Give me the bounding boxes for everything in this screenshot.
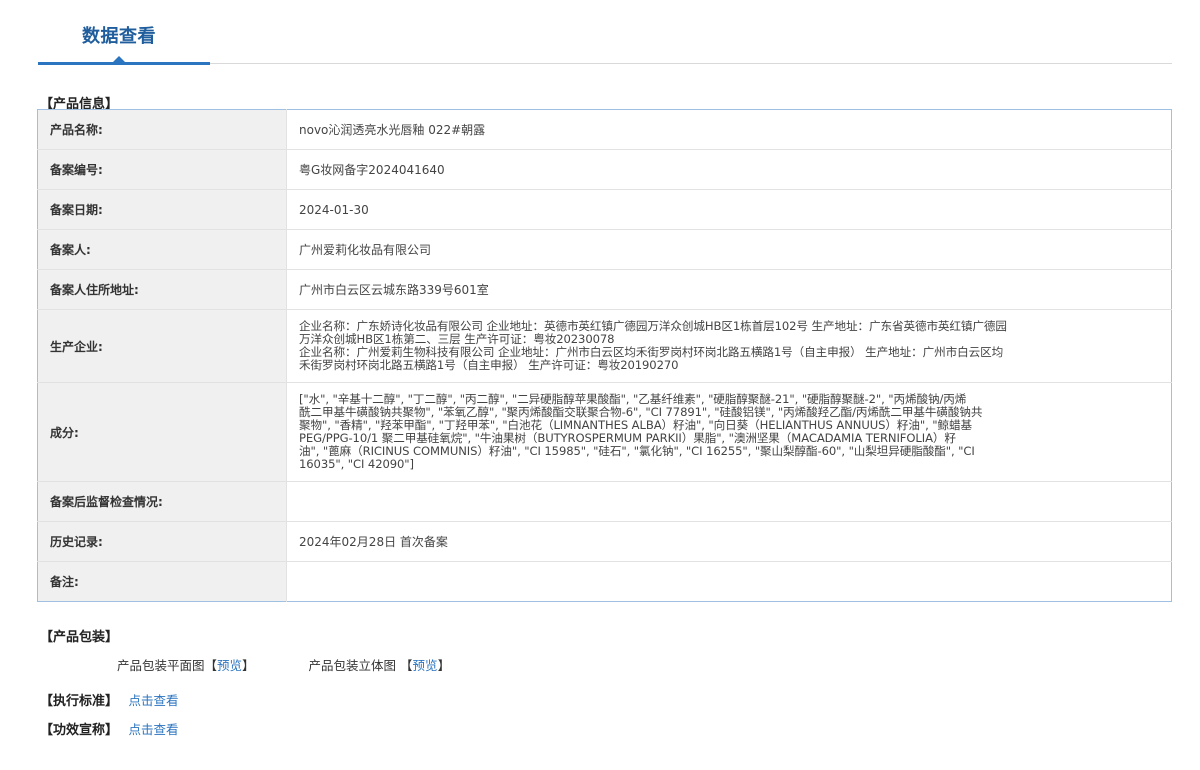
bracket: 】 bbox=[437, 658, 451, 673]
product-info-table: 产品名称: novo沁润透亮水光唇釉 022#朝露 备案编号: 粤G妆网备字20… bbox=[37, 109, 1172, 602]
table-row: 备注: bbox=[37, 561, 1172, 602]
label-record-date: 备案日期: bbox=[37, 189, 287, 230]
table-row: 成分: ["水", "辛基十二醇", "丁二醇", "丙二醇", "二异硬脂醇苹… bbox=[37, 382, 1172, 482]
tab-divider bbox=[210, 63, 1172, 64]
ingredients-line: 16035", "CI 42090"] bbox=[299, 457, 414, 471]
section-standard: 【执行标准】 点击查看 bbox=[40, 690, 179, 709]
value-supervision bbox=[286, 481, 1172, 522]
bracket: 【 bbox=[400, 658, 413, 673]
table-row: 备案编号: 粤G妆网备字2024041640 bbox=[37, 149, 1172, 190]
manufacturer-line: 禾街罗岗村环岗北路五横路1号（自主申报） 生产许可证：粤妆20190270 bbox=[299, 358, 679, 372]
value-manufacturer: 企业名称：广东娇诗化妆品有限公司 企业地址：英德市英红镇广德园万洋众创城HB区1… bbox=[286, 309, 1172, 383]
label-record-no: 备案编号: bbox=[37, 149, 287, 190]
tab-data-view[interactable]: 数据查看 bbox=[38, 0, 210, 65]
table-row: 备案日期: 2024-01-30 bbox=[37, 189, 1172, 230]
label-supervision: 备案后监督检查情况: bbox=[37, 481, 287, 522]
section-title-packaging: 【产品包装】 bbox=[40, 630, 119, 645]
tab-active-underline bbox=[38, 62, 210, 65]
label-remarks: 备注: bbox=[37, 561, 287, 602]
tab-data-view-label: 数据查看 bbox=[82, 26, 156, 47]
value-registrant-address: 广州市白云区云城东路339号601室 bbox=[286, 269, 1172, 310]
table-row: 历史记录: 2024年02月28日 首次备案 bbox=[37, 521, 1172, 562]
table-row: 产品名称: novo沁润透亮水光唇釉 022#朝露 bbox=[37, 109, 1172, 150]
ingredients-line: 油", "蓖麻（RICINUS COMMUNIS）籽油", "CI 15985"… bbox=[299, 444, 975, 458]
packaging-row: 产品包装平面图【预览】 产品包装立体图 【预览】 bbox=[117, 655, 450, 674]
label-registrant: 备案人: bbox=[37, 229, 287, 270]
section-title-standard: 【执行标准】 bbox=[40, 694, 119, 709]
packaging-flat-label: 产品包装平面图 bbox=[117, 658, 205, 673]
label-history: 历史记录: bbox=[37, 521, 287, 562]
value-record-date: 2024-01-30 bbox=[286, 189, 1172, 230]
preview-3d-link[interactable]: 预览 bbox=[413, 658, 438, 673]
value-registrant: 广州爱莉化妆品有限公司 bbox=[286, 229, 1172, 270]
value-product-name: novo沁润透亮水光唇釉 022#朝露 bbox=[286, 109, 1172, 150]
label-registrant-address: 备案人住所地址: bbox=[37, 269, 287, 310]
value-record-no: 粤G妆网备字2024041640 bbox=[286, 149, 1172, 190]
table-row: 备案人住所地址: 广州市白云区云城东路339号601室 bbox=[37, 269, 1172, 310]
section-efficacy: 【功效宣称】 点击查看 bbox=[40, 719, 179, 738]
efficacy-view-link[interactable]: 点击查看 bbox=[129, 722, 179, 737]
tab-bar: 数据查看 bbox=[38, 0, 1172, 65]
packaging-3d-label: 产品包装立体图 bbox=[308, 658, 397, 673]
label-product-name: 产品名称: bbox=[37, 109, 287, 150]
table-row: 备案人: 广州爱莉化妆品有限公司 bbox=[37, 229, 1172, 270]
table-row: 生产企业: 企业名称：广东娇诗化妆品有限公司 企业地址：英德市英红镇广德园万洋众… bbox=[37, 309, 1172, 383]
bracket: 】 bbox=[242, 658, 255, 673]
value-remarks bbox=[287, 562, 1172, 602]
tab-caret-icon bbox=[113, 56, 125, 62]
value-history: 2024年02月28日 首次备案 bbox=[286, 521, 1172, 562]
value-ingredients: ["水", "辛基十二醇", "丁二醇", "丙二醇", "二异硬脂醇苹果酸酯"… bbox=[286, 382, 1172, 482]
preview-flat-link[interactable]: 预览 bbox=[217, 658, 242, 673]
bracket: 【 bbox=[204, 658, 218, 673]
label-manufacturer: 生产企业: bbox=[37, 309, 287, 383]
standard-view-link[interactable]: 点击查看 bbox=[129, 693, 179, 708]
label-ingredients: 成分: bbox=[37, 382, 287, 482]
section-title-efficacy: 【功效宣称】 bbox=[40, 723, 119, 738]
table-row: 备案后监督检查情况: bbox=[37, 481, 1172, 522]
